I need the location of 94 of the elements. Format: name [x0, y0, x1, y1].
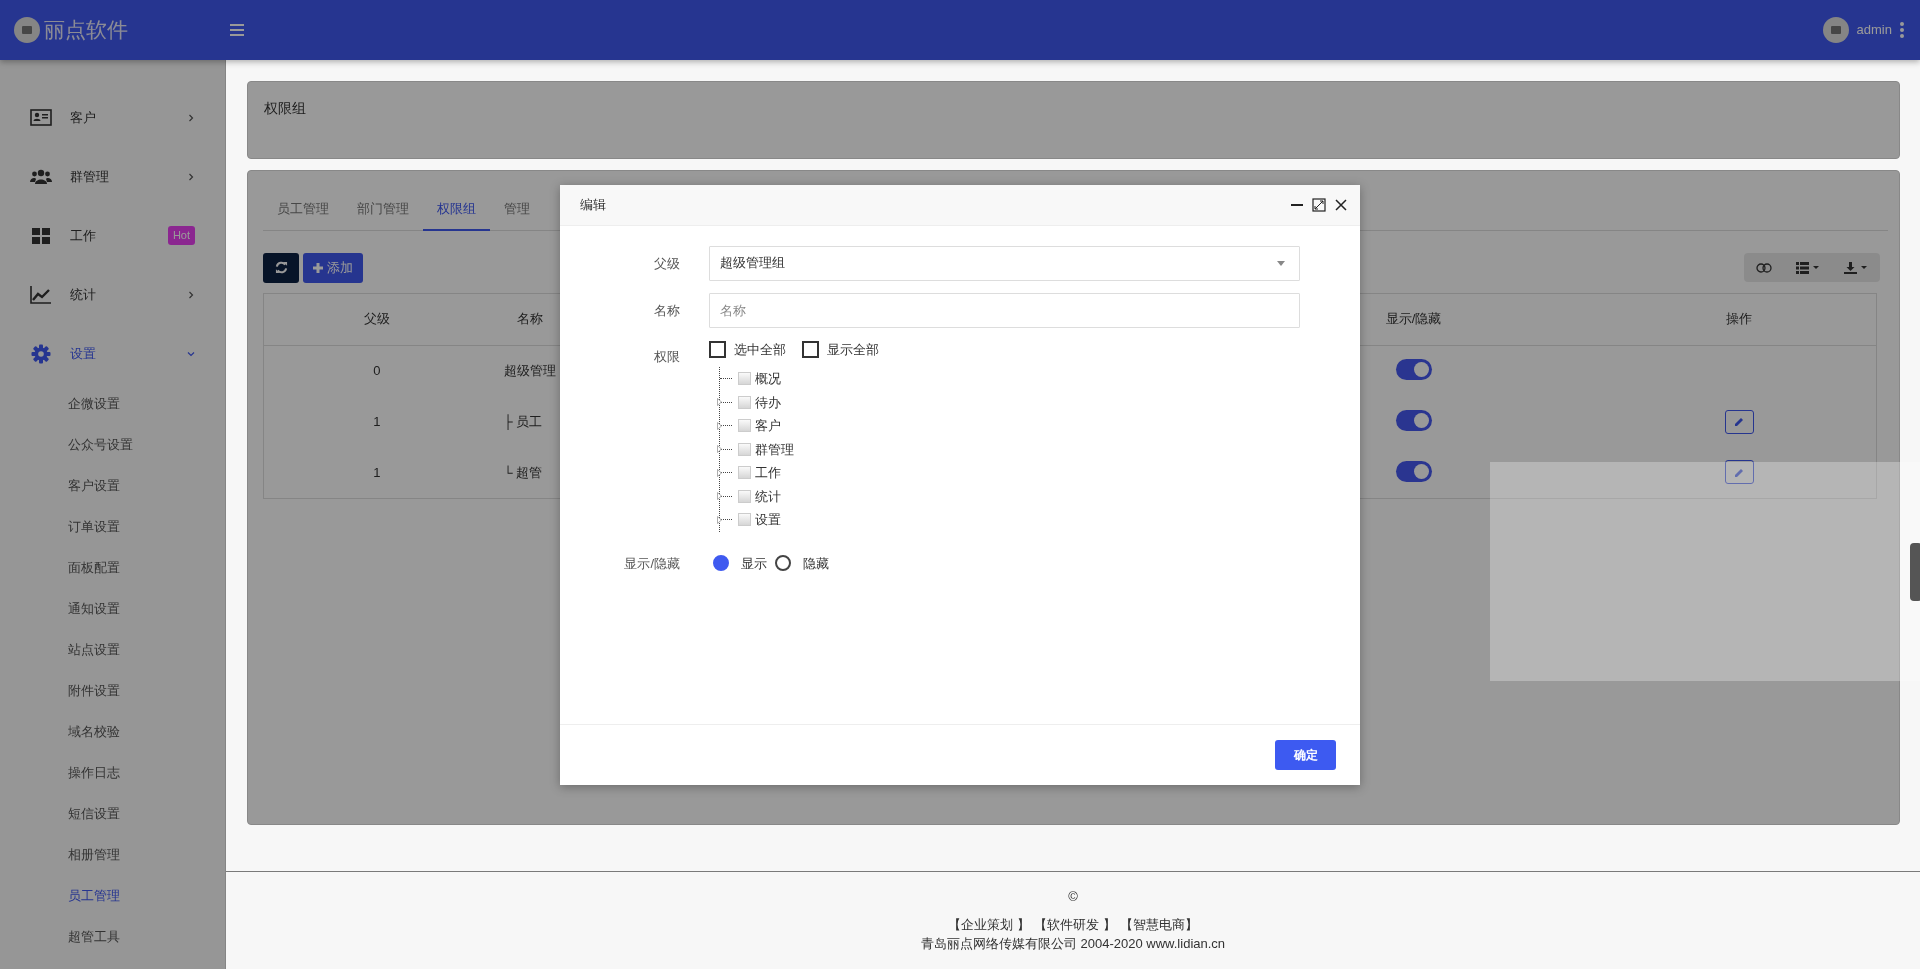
logo-icon [14, 17, 40, 43]
submenu-item[interactable]: 企微设置 [0, 383, 225, 424]
field-label: 名称 [653, 301, 680, 320]
submenu-item[interactable]: 短信设置 [0, 793, 225, 834]
line-chart-icon [30, 283, 52, 306]
field-label: 显示/隐藏 [623, 554, 680, 573]
tree-item[interactable]: 工作 [755, 463, 781, 483]
submenu-item[interactable]: 面板配置 [0, 547, 225, 588]
submenu-item[interactable]: 超管工具 [0, 916, 225, 957]
toggle-switch[interactable] [1395, 409, 1432, 431]
submenu-item[interactable]: 域名校验 [0, 711, 225, 752]
table-cell: ├ 员工 [503, 413, 543, 429]
toggle-icon[interactable] [1756, 262, 1772, 273]
settings-icon [30, 342, 52, 365]
hot-badge: Hot [167, 226, 195, 245]
name-input[interactable]: 名称 [709, 292, 1300, 328]
expand-icon[interactable] [717, 492, 722, 501]
tree-item[interactable]: 群管理 [755, 439, 794, 459]
pencil-icon [1733, 466, 1745, 478]
field-label: 权限 [653, 347, 680, 366]
submenu-item[interactable]: 员工管理 [0, 875, 225, 916]
expand-icon[interactable] [717, 515, 722, 524]
table-cell: 0 [373, 363, 381, 378]
field-label: 父级 [653, 254, 680, 273]
tab[interactable]: 部门管理 [343, 189, 423, 231]
refresh-icon [274, 261, 288, 274]
expand-icon[interactable] [717, 421, 722, 430]
user-name[interactable]: admin [1856, 20, 1892, 40]
footer-link[interactable]: 【智慧电商】 [1119, 914, 1198, 935]
refresh-button[interactable] [263, 252, 299, 283]
tree-item[interactable]: 待办 [755, 392, 781, 412]
edit-button[interactable] [1724, 460, 1754, 485]
footer-link[interactable]: 【企业策划 】 [948, 914, 1030, 935]
brand-name: 丽点软件 [44, 17, 128, 44]
more-icon[interactable] [1900, 22, 1904, 38]
expand-icon[interactable] [717, 445, 722, 454]
tab[interactable]: 管理 [490, 189, 544, 231]
checkbox-label: 显示全部 [827, 340, 879, 359]
checkbox[interactable] [802, 340, 819, 358]
dialog-title: 编辑 [580, 195, 606, 214]
parent-select[interactable]: 超级管理组 [709, 245, 1300, 281]
table-cell: 1 [373, 464, 381, 480]
column-header: 父级 [263, 293, 490, 345]
submenu-item[interactable]: 客户设置 [0, 465, 225, 506]
sidebar-item[interactable]: 客户 [0, 88, 225, 147]
submenu-item[interactable]: 订单设置 [0, 506, 225, 547]
tree-item[interactable]: 概况 [755, 369, 781, 389]
sidebar-item[interactable]: 设置 [0, 324, 225, 383]
avatar-icon [1822, 17, 1849, 43]
radio-button[interactable] [775, 555, 791, 572]
edit-button[interactable] [1724, 409, 1754, 434]
toggle-switch[interactable] [1395, 460, 1432, 482]
tab[interactable]: 权限组 [423, 189, 490, 231]
checkbox-label: 选中全部 [734, 340, 786, 359]
checkbox[interactable] [709, 340, 726, 358]
add-button[interactable]: 添加 [303, 252, 363, 283]
footer-link[interactable]: 【软件研发 】 [1034, 914, 1116, 935]
column-header: 操作 [1602, 293, 1877, 345]
submenu-item[interactable]: 通知设置 [0, 588, 225, 629]
submenu-item[interactable]: 站点设置 [0, 629, 225, 670]
download-dropdown-icon[interactable] [1844, 261, 1868, 274]
sidebar-item[interactable]: 统计 [0, 265, 225, 324]
menu-icon[interactable] [230, 24, 244, 36]
tree-item[interactable]: 统计 [755, 486, 781, 506]
sidebar-item[interactable]: 工作 Hot [0, 206, 225, 265]
page-title: 权限组 [264, 99, 307, 118]
radio-button[interactable] [713, 555, 729, 572]
submenu-item[interactable]: 附件设置 [0, 670, 225, 711]
close-icon[interactable] [1334, 197, 1348, 212]
plus-icon [313, 262, 323, 273]
tab[interactable]: 员工管理 [263, 189, 343, 231]
table-cell: 超级管理 [503, 363, 556, 378]
submenu-item[interactable]: 公众号设置 [0, 424, 225, 465]
id-card-icon [30, 106, 52, 129]
table-cell: └ 超管 [503, 464, 543, 480]
toggle-switch[interactable] [1395, 359, 1432, 380]
submenu-item[interactable]: 相册管理 [0, 834, 225, 875]
expand-icon[interactable] [717, 398, 722, 407]
submenu-item[interactable]: 操作日志 [0, 752, 225, 793]
radio-label: 隐藏 [803, 554, 829, 573]
list-dropdown-icon[interactable] [1796, 261, 1820, 274]
expand-icon[interactable] [717, 468, 722, 477]
caret-icon [1277, 260, 1285, 266]
pencil-icon [1733, 416, 1745, 427]
side-handle[interactable] [1910, 543, 1920, 601]
company-text: 青岛丽点网络传媒有限公司 2004-2020 www.lidian.cn [920, 935, 1226, 954]
tree-item[interactable]: 客户 [755, 416, 781, 436]
sidebar-item[interactable]: 群管理 [0, 147, 225, 206]
confirm-button[interactable]: 确定 [1275, 739, 1336, 770]
tree-item[interactable]: 设置 [755, 510, 781, 530]
copyright-text: © [1068, 888, 1078, 907]
maximize-icon[interactable] [1312, 197, 1326, 212]
table-cell: 1 [373, 413, 381, 429]
radio-label: 显示 [741, 554, 767, 573]
